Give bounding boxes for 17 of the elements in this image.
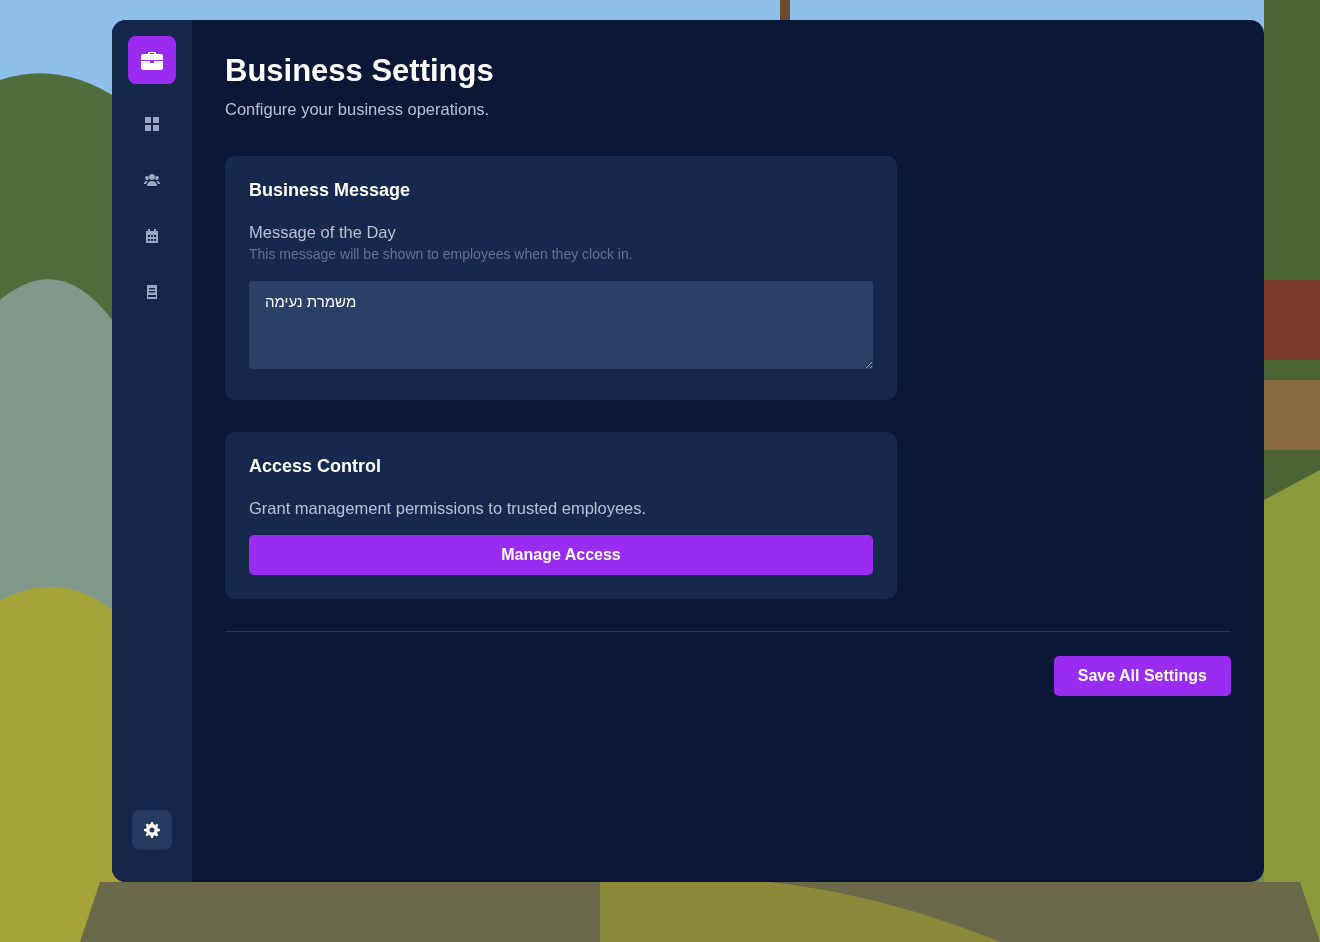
- page-subtitle: Configure your business operations.: [225, 99, 491, 121]
- grid-icon: [144, 116, 160, 132]
- message-input[interactable]: משמרת נעימה: [249, 281, 873, 370]
- page-title: Business Settings: [225, 52, 495, 90]
- field-hint: This message will be shown to employees when they clock in.: [249, 245, 634, 265]
- manage-access-button[interactable]: Manage Access: [249, 534, 873, 575]
- card-text: Grant management permissions to trusted employees.: [249, 497, 648, 519]
- calendar-icon: [144, 228, 160, 244]
- card-title: Access Control: [249, 456, 383, 478]
- card-title: Business Message: [249, 179, 412, 202]
- settings-icon: [144, 822, 160, 838]
- field-label: Message of the Day: [249, 221, 397, 243]
- save-button[interactable]: Save All Settings: [1053, 655, 1231, 696]
- book-icon: [144, 284, 160, 300]
- nav-button[interactable]: [132, 810, 172, 850]
- people-icon: [144, 172, 160, 188]
- briefcase-icon: [141, 50, 163, 70]
